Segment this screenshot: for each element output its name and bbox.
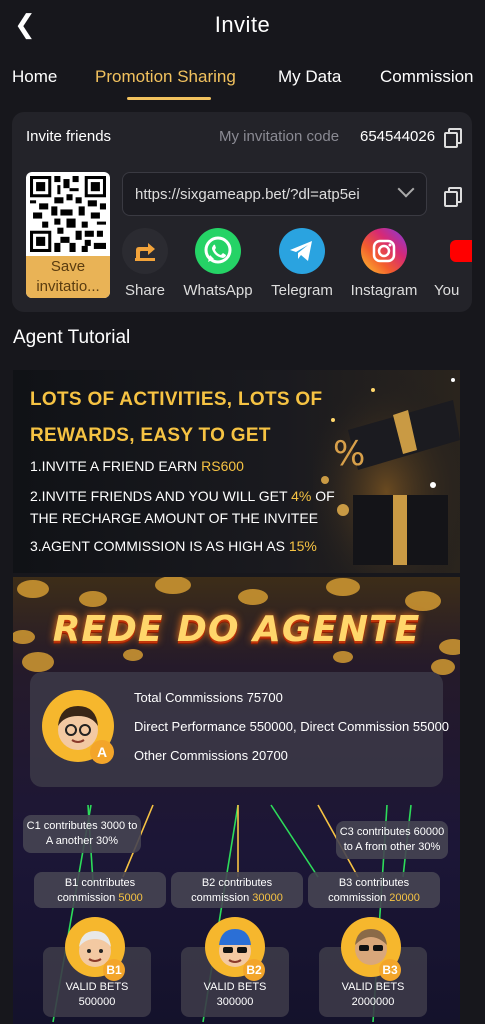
active-tab-indicator bbox=[127, 97, 211, 100]
instagram-label: Instagram bbox=[350, 282, 418, 299]
badge-b2: B2 bbox=[243, 959, 265, 981]
svg-text:%: % bbox=[333, 434, 365, 474]
tab-bar: Home Promotion Sharing My Data Commissio… bbox=[0, 55, 485, 101]
tab-my-data[interactable]: My Data bbox=[278, 67, 341, 87]
invite-link: https://sixgameapp.bet/?dl=atp5ei bbox=[135, 186, 360, 203]
b1-valid-bets: 500000 bbox=[78, 996, 116, 1008]
b2-contribution: B2 contributes commission 30000 bbox=[171, 872, 303, 908]
copy-code-icon[interactable] bbox=[444, 128, 462, 148]
back-button[interactable]: ❮ bbox=[14, 12, 38, 38]
banner-line-4: 3.AGENT COMMISSION IS AS HIGH AS 15% bbox=[30, 538, 317, 554]
agent-network-heading: REDE DO AGENTE bbox=[52, 609, 421, 650]
youtube-button[interactable]: You bbox=[432, 228, 472, 308]
share-icon bbox=[122, 228, 168, 274]
direct-performance: Direct Performance 550000, Direct Commis… bbox=[134, 719, 450, 734]
b2-valid-bets: 300000 bbox=[216, 996, 254, 1008]
invitation-code: 654544026 bbox=[360, 128, 436, 145]
commission-summary: A Total Commissions 75700 Direct Perform… bbox=[30, 672, 449, 787]
b3-contribution: B3 contributes commission 20000 bbox=[308, 872, 440, 908]
promo-banner: % LOTS OF ACTIVITIES, LOTS OF REWARDS, E… bbox=[13, 370, 460, 573]
banner-line-1: 1.INVITE A FRIEND EARN RS600 bbox=[30, 458, 244, 474]
copy-link-icon[interactable] bbox=[444, 187, 462, 207]
invitation-code-label: My invitation code bbox=[219, 128, 340, 145]
telegram-icon bbox=[279, 228, 325, 274]
page-title: Invite bbox=[214, 12, 271, 37]
instagram-button[interactable]: Instagram bbox=[344, 228, 424, 299]
badge-b3: B3 bbox=[379, 959, 401, 981]
banner-heading-2: REWARDS, EASY TO GET bbox=[30, 425, 271, 446]
share-button[interactable]: Share bbox=[105, 228, 185, 299]
instagram-icon bbox=[361, 228, 407, 274]
telegram-label: Telegram bbox=[271, 282, 333, 299]
chevron-left-icon: ❮ bbox=[14, 10, 36, 40]
c3-contribution: C3 contributes 60000 to A from other 30% bbox=[336, 821, 448, 859]
top-bar: ❮ Invite bbox=[0, 0, 485, 50]
gift-box-icon: % bbox=[313, 370, 460, 573]
qr-code-icon bbox=[30, 176, 106, 252]
other-commissions: Other Commissions 20700 bbox=[134, 748, 288, 763]
valid-bets-label: VALID BETS bbox=[203, 981, 267, 993]
whatsapp-button[interactable]: WhatsApp bbox=[178, 228, 258, 299]
invite-friends-label: Invite friends bbox=[26, 128, 112, 145]
agent-tutorial-title: Agent Tutorial bbox=[13, 327, 131, 348]
youtube-icon bbox=[450, 240, 472, 262]
badge-b1: B1 bbox=[103, 959, 125, 981]
b1-contribution: B1 contributes commission 5000 bbox=[34, 872, 166, 908]
b3-valid-bets: 2000000 bbox=[351, 996, 395, 1008]
save-invitation-button[interactable]: Save invitatio... bbox=[26, 256, 110, 298]
banner-heading-1: LOTS OF ACTIVITIES, LOTS OF bbox=[30, 389, 323, 410]
invite-card: Invite friends My invitation code 654544… bbox=[12, 112, 472, 312]
banner-line-2: 2.INVITE FRIENDS AND YOU WILL GET 4% OF bbox=[30, 488, 335, 504]
valid-bets-label: VALID BETS bbox=[65, 981, 129, 993]
whatsapp-label: WhatsApp bbox=[183, 282, 253, 299]
valid-bets-label: VALID BETS bbox=[341, 981, 405, 993]
tab-promotion-sharing[interactable]: Promotion Sharing bbox=[95, 67, 236, 87]
share-label: Share bbox=[124, 282, 166, 299]
telegram-button[interactable]: Telegram bbox=[262, 228, 342, 299]
whatsapp-icon bbox=[195, 228, 241, 274]
agent-network-banner: REDE DO AGENTE A Total Commissions 75700… bbox=[13, 577, 460, 1024]
total-commissions: Total Commissions 75700 bbox=[134, 690, 283, 705]
youtube-label: You bbox=[434, 282, 460, 299]
qr-code-card: Save invitatio... bbox=[26, 172, 110, 298]
c1-contribution: C1 contributes 3000 to A another 30% bbox=[23, 815, 141, 853]
invite-link-select[interactable]: https://sixgameapp.bet/?dl=atp5ei bbox=[122, 172, 427, 216]
badge-a: A bbox=[90, 740, 114, 764]
tab-home[interactable]: Home bbox=[12, 67, 57, 87]
chevron-down-icon bbox=[397, 180, 415, 198]
tab-commission[interactable]: Commission bbox=[380, 67, 474, 87]
banner-line-3: THE RECHARGE AMOUNT OF THE INVITEE bbox=[30, 510, 319, 526]
